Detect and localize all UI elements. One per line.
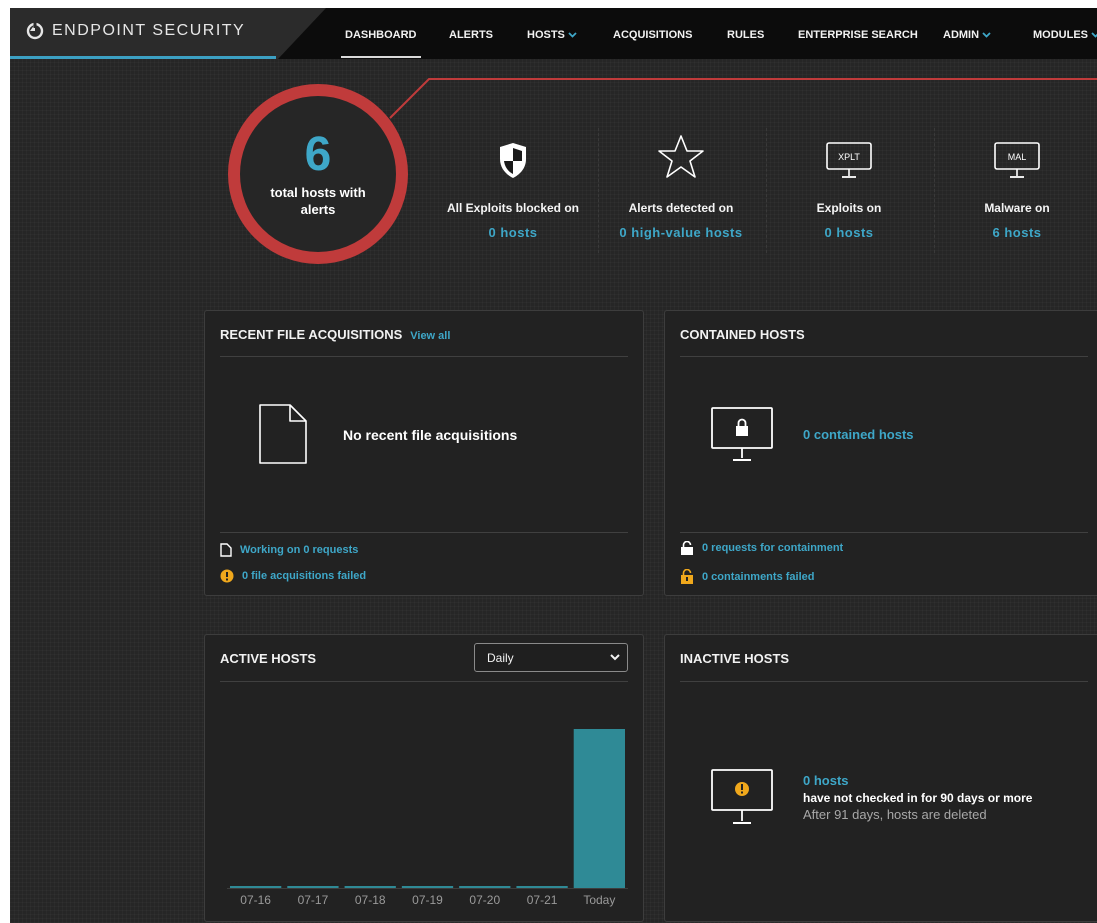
stat-exploits-on: XPLT Exploits on 0 hosts	[764, 133, 934, 240]
locked-monitor-icon	[711, 407, 773, 461]
recent-file-acquisitions-panel: RECENT FILE ACQUISITIONS View all No rec…	[204, 310, 644, 596]
star-icon	[658, 135, 704, 178]
stat-label: Malware on	[984, 201, 1050, 215]
file-icon	[259, 404, 307, 464]
failed-acquisitions-link[interactable]: 0 file acquisitions failed	[220, 569, 366, 583]
chart-x-tick-label: 07-21	[527, 893, 558, 907]
chart-bar[interactable]	[230, 886, 282, 888]
active-hosts-panel: ACTIVE HOSTS Daily 07-16 07-17 07-18 07-19 0…	[204, 634, 644, 922]
warning-monitor-icon	[711, 769, 773, 824]
total-hosts-label: total hosts with alerts	[270, 185, 366, 217]
stat-label: Exploits on	[816, 201, 882, 215]
unlock-warning-icon	[681, 569, 693, 584]
chart-x-tick-label: 07-20	[469, 893, 500, 907]
chart-bar[interactable]	[573, 729, 625, 888]
total-hosts-ring[interactable]: 6 total hosts with alerts	[228, 84, 408, 264]
stat-label: All Exploits blocked on	[446, 201, 580, 215]
containment-requests-link[interactable]: 0 requests for containment	[680, 541, 843, 555]
hero-accent-line	[389, 78, 1097, 119]
stat-link[interactable]: 0 hosts	[764, 225, 934, 240]
inactive-hosts-panel: INACTIVE HOSTS 0 hosts have not checked …	[664, 634, 1097, 922]
shield-icon	[500, 143, 526, 178]
panel-title: RECENT FILE ACQUISITIONS	[220, 327, 403, 342]
svg-text:MAL: MAL	[1008, 152, 1027, 162]
warning-icon	[220, 569, 234, 583]
chart-bar[interactable]	[516, 886, 568, 888]
empty-message: No recent file acquisitions	[343, 427, 518, 443]
chart-x-tick-label: Today	[583, 893, 615, 907]
stat-malware-on: MAL Malware on 6 hosts	[932, 133, 1097, 240]
stat-exploits-blocked: All Exploits blocked on 0 hosts	[428, 133, 598, 240]
contained-hosts-link[interactable]: 0 contained hosts	[803, 427, 914, 442]
inactive-hosts-link[interactable]: 0 hosts	[803, 773, 849, 788]
panel-title: CONTAINED HOSTS	[680, 327, 805, 342]
stat-link[interactable]: 0 high-value hosts	[596, 225, 766, 240]
total-hosts-count: 6	[304, 128, 332, 181]
mal-monitor-icon: MAL	[994, 142, 1040, 178]
stat-link[interactable]: 6 hosts	[932, 225, 1097, 240]
stat-link[interactable]: 0 hosts	[428, 225, 598, 240]
file-small-icon	[220, 543, 232, 557]
chart-x-tick-label: 07-19	[412, 893, 443, 907]
chart-x-tick-label: 07-16	[240, 893, 271, 907]
failed-containments-link[interactable]: 0 containments failed	[680, 569, 814, 584]
chart-bar[interactable]	[344, 886, 396, 888]
working-requests-link[interactable]: Working on 0 requests	[220, 543, 358, 557]
chart-bar[interactable]	[287, 886, 339, 888]
active-hosts-chart: 07-16 07-17 07-18 07-19 07-20 07-21 Today	[227, 729, 628, 907]
chart-bar[interactable]	[401, 886, 454, 888]
chart-bar[interactable]	[459, 886, 511, 888]
stat-label: Alerts detected on	[628, 201, 734, 215]
svg-text:XPLT: XPLT	[838, 152, 860, 162]
stat-alerts-detected: Alerts detected on 0 high-value hosts	[596, 133, 766, 240]
app-window: ENDPOINT SECURITY DASHBOARD ALERTS HOSTS…	[10, 8, 1097, 923]
panel-title: INACTIVE HOSTS	[680, 651, 790, 666]
unlock-icon	[681, 541, 693, 555]
chart-x-tick-label: 07-17	[298, 893, 329, 907]
contained-hosts-panel: CONTAINED HOSTS 0 contained hosts 0 requ…	[664, 310, 1097, 596]
inactive-note: After 91 days, hosts are deleted	[803, 807, 987, 822]
chart-x-tick-label: 07-18	[355, 893, 386, 907]
inactive-message: have not checked in for 90 days or more	[803, 791, 1033, 805]
view-all-link[interactable]: View all	[410, 330, 450, 342]
xplt-monitor-icon: XPLT	[826, 142, 872, 178]
